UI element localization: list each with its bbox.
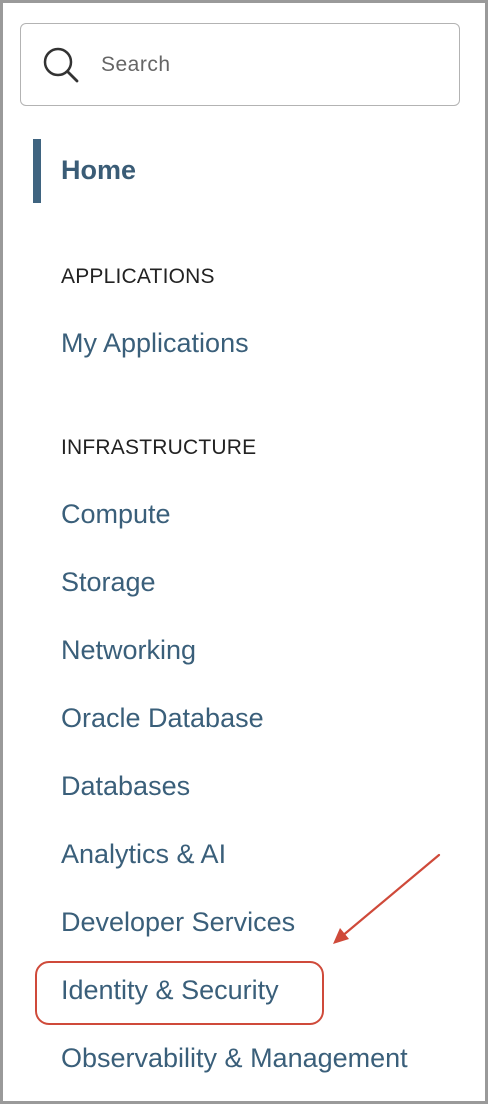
annotation-highlight-box [35,961,324,1025]
nav-item-my-applications[interactable]: My Applications [61,328,249,359]
nav-item-networking[interactable]: Networking [61,635,196,666]
nav-item-oracle-database[interactable]: Oracle Database [61,703,264,734]
search-input[interactable] [101,46,441,84]
search-box[interactable] [20,23,460,106]
section-heading-applications: APPLICATIONS [61,265,215,288]
active-indicator [33,139,41,203]
section-heading-infrastructure: INFRASTRUCTURE [61,436,257,459]
nav-item-storage[interactable]: Storage [61,567,156,598]
search-icon [43,47,79,83]
nav-item-observability-management[interactable]: Observability & Management [61,1043,408,1074]
nav-item-home[interactable]: Home [61,155,136,186]
nav-item-developer-services[interactable]: Developer Services [61,907,295,938]
nav-item-databases[interactable]: Databases [61,771,190,802]
nav-item-analytics-ai[interactable]: Analytics & AI [61,839,226,870]
annotation-arrow-icon [333,853,441,944]
nav-item-compute[interactable]: Compute [61,499,171,530]
navigation-panel: Home APPLICATIONS My Applications INFRAS… [0,0,488,1104]
